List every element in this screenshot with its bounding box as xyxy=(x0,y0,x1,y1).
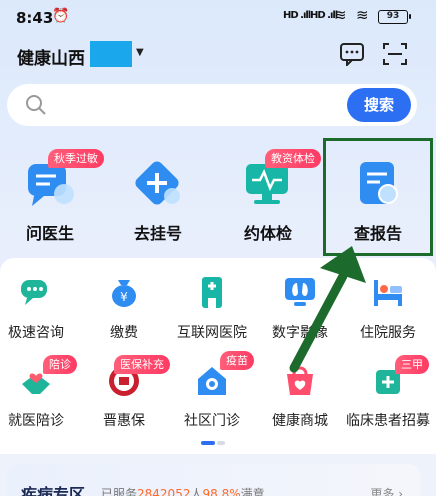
quick-label: 约体检 xyxy=(243,224,292,243)
svg-text:¥: ¥ xyxy=(120,290,128,304)
chevron-down-icon[interactable]: ▼ xyxy=(136,47,144,58)
badge-tag: 疫苗 xyxy=(220,351,254,370)
quick-label: 去挂号 xyxy=(133,224,182,243)
status-bar: 8:43 ⏰ HD .ıll HD .ıll ≋ ≋ 93 xyxy=(0,0,436,36)
message-icon[interactable] xyxy=(339,42,365,66)
badge-tag: 医保补充 xyxy=(114,355,170,374)
badge-tag: 三甲 xyxy=(395,355,429,374)
wifi-icon: ≋ xyxy=(334,6,347,24)
search-input[interactable] xyxy=(59,92,339,118)
region-title[interactable]: 健康山西 xyxy=(17,44,85,69)
status-time: 8:43 xyxy=(16,9,54,27)
service-internet-hospital[interactable]: 互联网医院 xyxy=(167,262,257,342)
highlight-box xyxy=(323,138,433,256)
lungs-monitor-icon xyxy=(285,278,315,306)
more-link[interactable]: 更多 › xyxy=(370,485,403,496)
card-description: 已服务2842052人98.8%满意 xyxy=(101,487,265,496)
quick-label: 问医生 xyxy=(25,224,74,243)
hospital-building-icon xyxy=(202,277,222,308)
service-label: 健康商城 xyxy=(272,413,328,429)
badge-tag: 陪诊 xyxy=(43,355,77,374)
service-label: 社区门诊 xyxy=(184,413,240,429)
shopping-bag-icon xyxy=(287,366,313,395)
service-label: 住院服务 xyxy=(360,325,416,341)
alarm-icon: ⏰ xyxy=(52,8,70,24)
search-bar[interactable]: 搜索 xyxy=(7,84,417,126)
plus-register-icon xyxy=(135,161,180,205)
service-label: 临床患者招募 xyxy=(346,413,430,429)
service-payment[interactable]: ¥ 缴费 xyxy=(79,262,169,342)
service-label: 晋惠保 xyxy=(103,413,145,429)
disease-zone-card[interactable]: 疾病专区 已服务2842052人98.8%满意 更多 › xyxy=(7,464,421,496)
page-indicator-active xyxy=(201,441,215,445)
page-indicator xyxy=(217,441,225,445)
search-button[interactable]: 搜索 xyxy=(347,88,411,122)
service-fast-consult[interactable]: 极速咨询 xyxy=(0,262,81,342)
service-inpatient[interactable]: 住院服务 xyxy=(343,262,433,342)
service-label: 缴费 xyxy=(110,325,138,341)
service-health-mall[interactable]: 健康商城 xyxy=(255,350,345,430)
wifi-icon-2: ≋ xyxy=(356,6,369,24)
service-label: 互联网医院 xyxy=(177,325,247,341)
card-title: 疾病专区 xyxy=(21,485,86,496)
money-bag-icon: ¥ xyxy=(112,280,136,307)
battery-icon: 93 xyxy=(378,10,411,24)
hospital-bed-icon xyxy=(374,280,402,306)
quick-register[interactable]: 去挂号 xyxy=(108,140,208,250)
search-icon xyxy=(26,95,46,115)
service-digital-imaging[interactable]: 数字影像 xyxy=(255,262,345,342)
scan-icon[interactable] xyxy=(382,42,408,66)
badge-tag: 秋季过敏 xyxy=(48,149,104,168)
badge-tag: 教资体检 xyxy=(265,149,321,168)
chat-bubbles-icon xyxy=(21,280,47,305)
service-label: 数字影像 xyxy=(272,325,328,341)
region-name-redacted[interactable] xyxy=(90,41,132,67)
signal-icon: HD .ıll xyxy=(283,10,311,21)
